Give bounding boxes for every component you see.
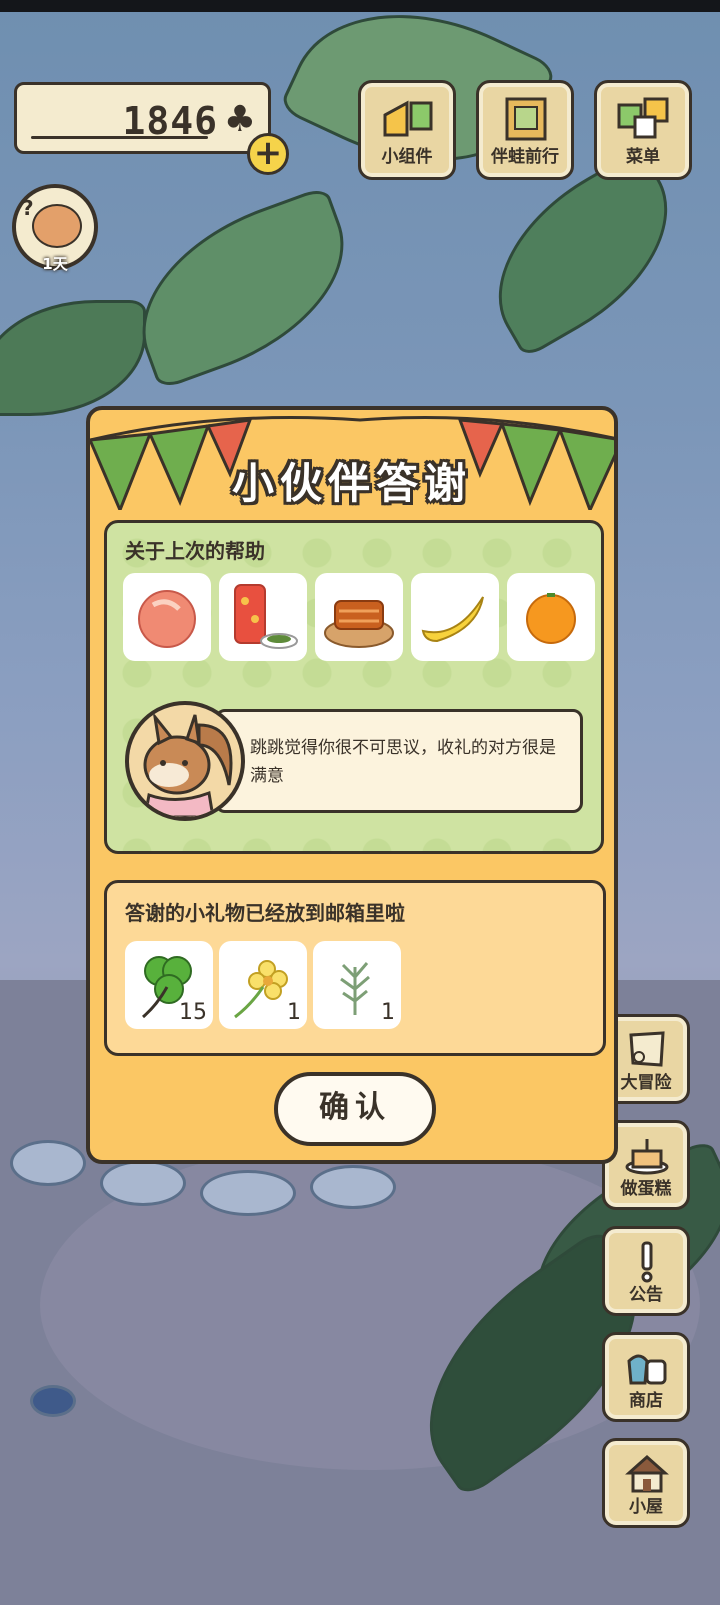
widget-label: 小组件 [381, 147, 433, 167]
shop-label: 商店 [629, 1391, 663, 1411]
help-item [315, 573, 403, 661]
gift-quantity: 1 [287, 1000, 301, 1025]
thanks-dialog: 小伙伴答谢 关于上次的帮助 跳跳觉得你很不可思议，收礼的对方很是满意 答谢的小礼… [86, 406, 618, 1164]
house-button[interactable]: 小屋 [602, 1438, 690, 1528]
stone [310, 1165, 396, 1209]
pastry-plate-icon [324, 600, 394, 648]
clover-counter: 1846 ♣ [14, 82, 271, 154]
stone [10, 1140, 86, 1186]
gift-item: 1 [313, 941, 401, 1029]
question-mark: ? [22, 196, 34, 220]
stone [100, 1160, 186, 1206]
menu-label: 菜单 [626, 147, 660, 167]
help-item [219, 573, 307, 661]
message-bubble: 跳跳觉得你很不可思议，收礼的对方很是满意 [215, 709, 583, 813]
help-item [507, 573, 595, 661]
stone [200, 1170, 296, 1216]
squirrel-icon [143, 711, 233, 817]
map-icon [629, 1031, 665, 1067]
orange-icon [526, 593, 576, 644]
gift-item: 1 [219, 941, 307, 1029]
leaf-decoration [113, 185, 373, 391]
banana-icon [421, 596, 484, 643]
gift-section: 答谢的小礼物已经放到邮箱里啦 15 1 1 [104, 880, 606, 1056]
widget-icon [383, 100, 433, 137]
tea-tin-icon [234, 584, 298, 649]
help-section: 关于上次的帮助 跳跳觉得你很不可思议，收礼的对方很是满意 [104, 520, 604, 854]
frog-avatar-icon [32, 204, 82, 248]
cake-icon [625, 1139, 669, 1175]
menu-icon [617, 97, 669, 139]
leaf-decoration [0, 300, 146, 416]
underline [31, 136, 208, 139]
notice-icon [641, 1241, 653, 1283]
cake-label: 做蛋糕 [620, 1179, 672, 1199]
peach-icon [138, 590, 196, 648]
house-label: 小屋 [629, 1497, 663, 1517]
menu-button[interactable]: 菜单 [594, 80, 692, 180]
journey-icon [505, 97, 547, 141]
house-icon [625, 1454, 669, 1493]
squirrel-portrait [125, 701, 245, 821]
gift-section-title: 答谢的小礼物已经放到邮箱里啦 [125, 901, 405, 925]
gift-item: 15 [125, 941, 213, 1029]
widget-button[interactable]: 小组件 [358, 80, 456, 180]
help-item [123, 573, 211, 661]
thanks-message: 跳跳觉得你很不可思议，收礼的对方很是满意 [250, 738, 556, 786]
status-bar [0, 0, 720, 12]
gift-quantity: 15 [179, 1000, 207, 1025]
stone [30, 1385, 76, 1417]
shop-icon [627, 1354, 667, 1385]
help-items [123, 573, 595, 661]
frog-status-button[interactable]: ? 1天 [12, 184, 98, 273]
help-section-title: 关于上次的帮助 [125, 539, 265, 563]
help-item [411, 573, 499, 661]
gift-quantity: 1 [381, 1000, 395, 1025]
journey-button[interactable]: 伴蛙前行 [476, 80, 574, 180]
add-clover-button[interactable]: + [247, 133, 289, 175]
dialog-title: 小伙伴答谢 [231, 459, 472, 508]
days-label: 1天 [42, 255, 68, 273]
clover-icon: ♣ [223, 99, 256, 140]
confirm-button[interactable]: 确认 [274, 1072, 436, 1146]
journey-label: 伴蛙前行 [491, 147, 559, 167]
notice-button[interactable]: 公告 [602, 1226, 690, 1316]
shop-button[interactable]: 商店 [602, 1332, 690, 1422]
notice-label: 公告 [629, 1285, 663, 1305]
